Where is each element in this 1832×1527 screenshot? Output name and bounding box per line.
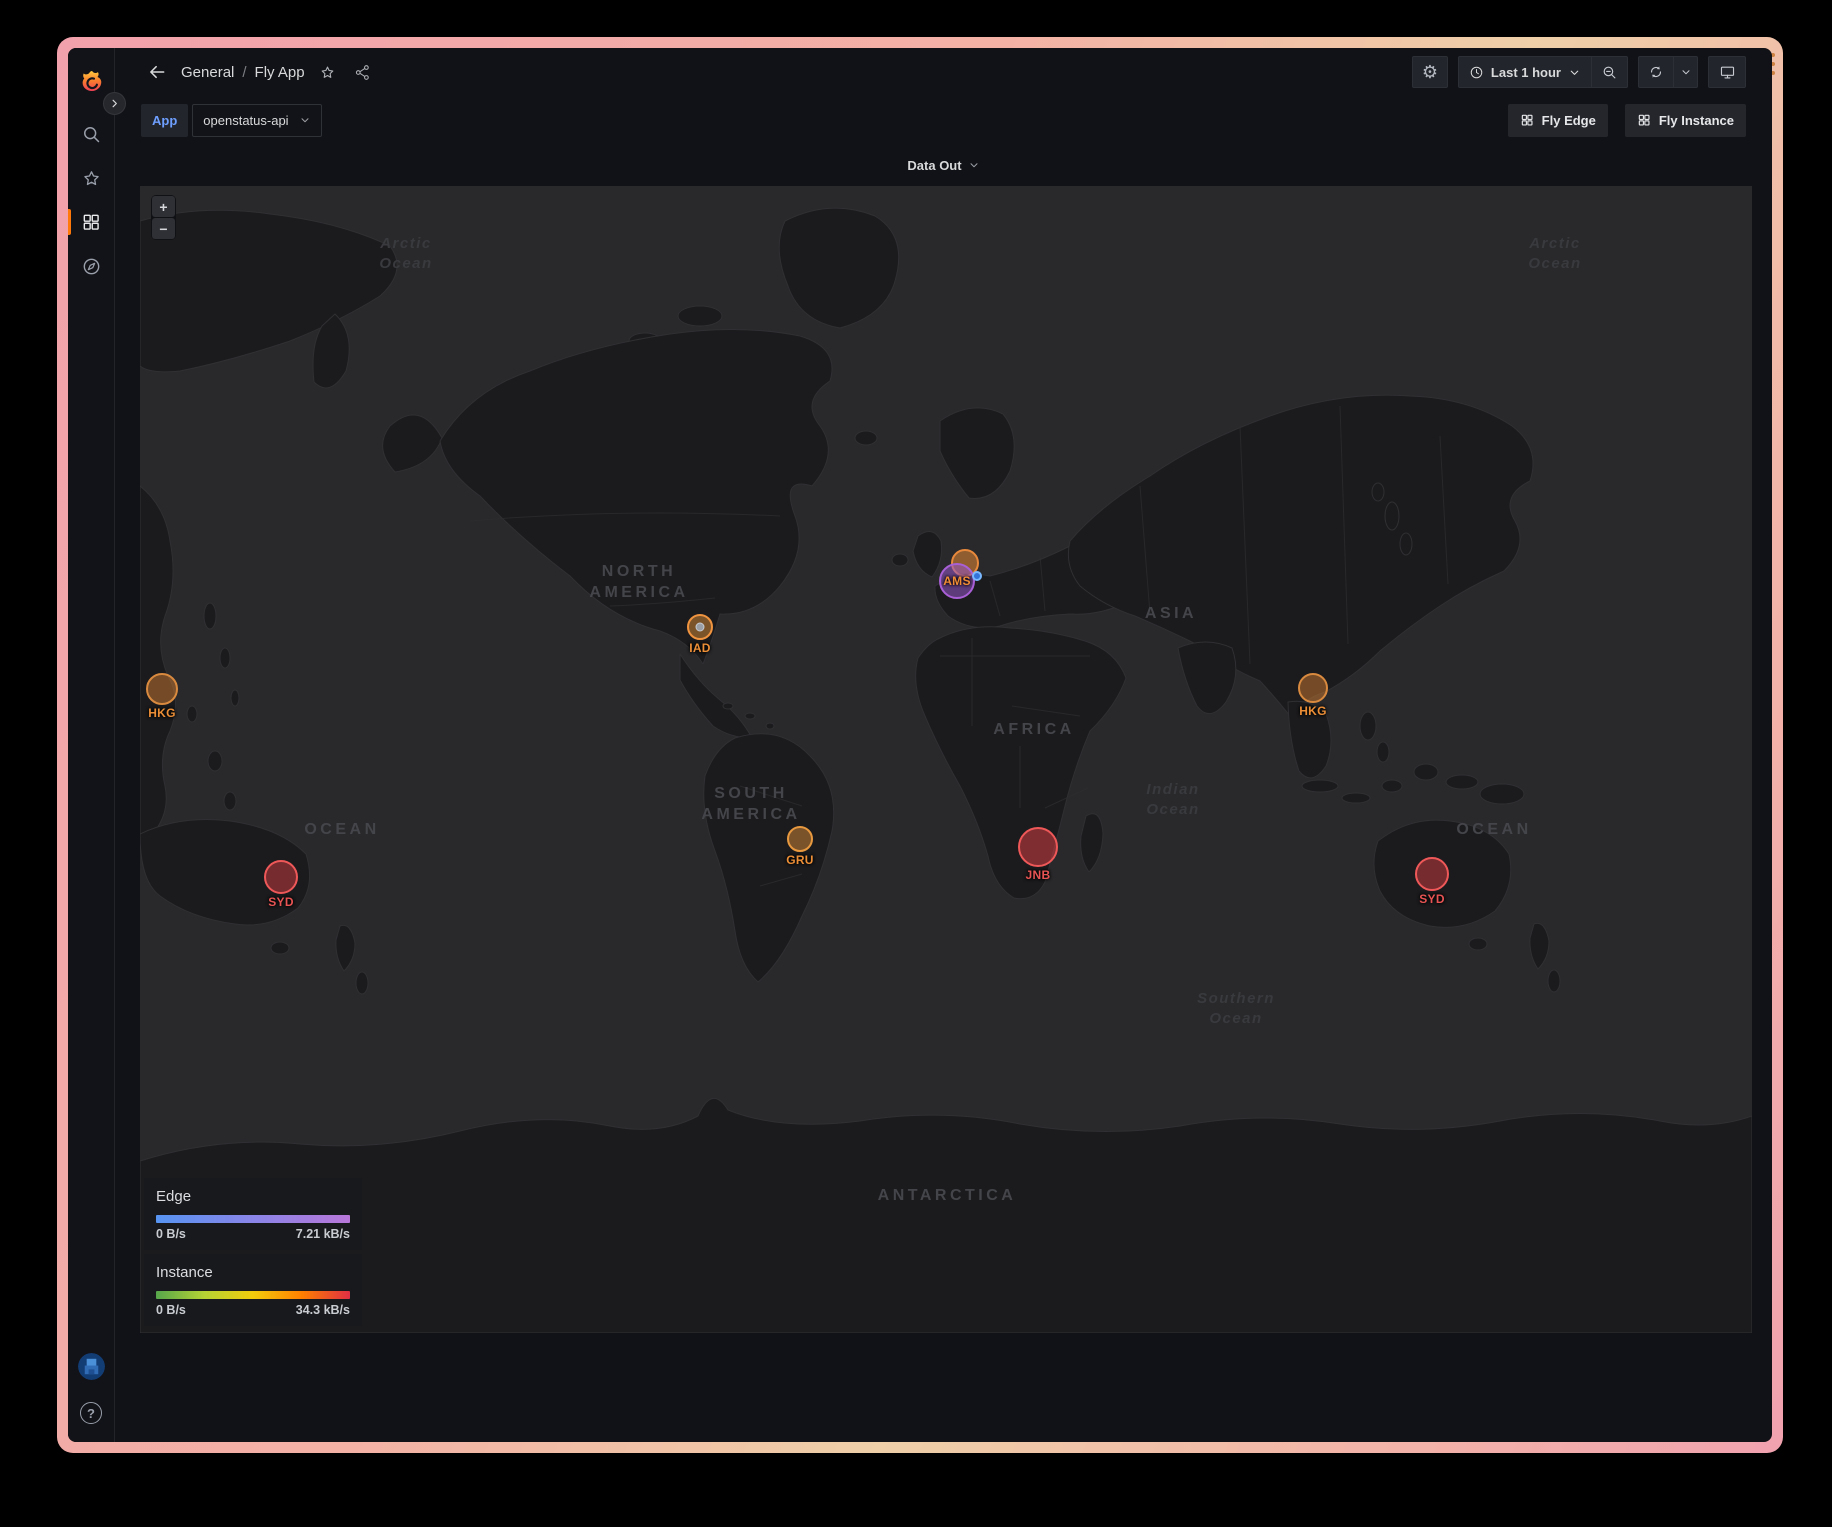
legend-title: Edge	[156, 1188, 350, 1205]
star-icon	[81, 168, 102, 189]
refresh-interval-dropdown[interactable]	[1674, 56, 1698, 88]
map-marker-label: IAD	[689, 641, 711, 655]
main-area: General / Fly App	[115, 48, 1772, 1442]
dashboard-link-label: Fly Instance	[1659, 113, 1734, 128]
map-zoom-in-button[interactable]: +	[152, 196, 175, 217]
sidebar-item-search[interactable]	[68, 112, 115, 156]
apps-grid-icon	[1520, 113, 1534, 127]
dashboard-settings-button[interactable]: ⚙	[1412, 56, 1448, 88]
refresh-icon	[1648, 64, 1664, 80]
grafana-flame-icon	[78, 69, 105, 96]
search-icon	[81, 124, 102, 145]
map-marker-hkg[interactable]	[1298, 673, 1328, 703]
window-frame: ? General / Fly App	[57, 37, 1783, 1453]
magnifier-minus-icon	[1601, 64, 1618, 81]
map-marker-label: SYD	[268, 895, 294, 909]
apps-grid-icon	[1637, 113, 1651, 127]
chevron-down-icon	[1568, 66, 1581, 79]
chevron-down-icon	[299, 114, 311, 126]
map-marker-label: AMS	[943, 574, 971, 588]
panel-title: Data Out	[907, 158, 961, 173]
map-marker-label: HKG	[1299, 704, 1327, 718]
world-map[interactable]: ArcticOceanArcticOceanNORTHAMERICAASIAAF…	[140, 186, 1752, 1333]
map-marker-syd[interactable]	[1415, 857, 1449, 891]
legend-gradient-bar	[156, 1215, 350, 1223]
grafana-window: ? General / Fly App	[68, 48, 1772, 1442]
map-marker[interactable]	[972, 571, 982, 581]
map-marker-label: JNB	[1026, 868, 1051, 882]
sidebar-item-starred[interactable]	[68, 156, 115, 200]
map-marker-label: SYD	[1419, 892, 1445, 906]
help-button[interactable]: ?	[80, 1402, 102, 1424]
map-marker-label: HKG	[148, 706, 176, 720]
refresh-button[interactable]	[1638, 56, 1674, 88]
legend-gradient-bar	[156, 1291, 350, 1299]
sidebar-item-explore[interactable]	[68, 244, 115, 288]
breadcrumb-folder[interactable]: General	[181, 64, 234, 81]
sidebar-item-dashboards[interactable]	[68, 200, 115, 244]
map-markers-layer: HKG IAD AMS GRU JNB SYD SYD HKG	[140, 186, 1752, 1333]
chevron-right-icon	[109, 98, 120, 109]
map-marker-label: GRU	[786, 853, 814, 867]
monitor-icon	[1719, 64, 1736, 81]
avatar-image	[78, 1353, 105, 1380]
legend-max: 7.21 kB/s	[296, 1227, 350, 1241]
arrow-left-icon	[147, 62, 167, 82]
legend-edge: Edge 0 B/s 7.21 kB/s	[144, 1178, 362, 1250]
kiosk-mode-button[interactable]	[1708, 56, 1746, 88]
user-avatar[interactable]	[78, 1353, 105, 1380]
breadcrumb-dashboard-title[interactable]: Fly App	[255, 64, 305, 81]
dashboard-link-fly-edge[interactable]: Fly Edge	[1508, 104, 1608, 137]
dashboard-link-label: Fly Edge	[1542, 113, 1596, 128]
time-controls: Last 1 hour	[1458, 56, 1628, 88]
map-marker-gru[interactable]	[787, 826, 813, 852]
gear-icon: ⚙	[1422, 63, 1438, 81]
variable-value-text: openstatus-api	[203, 113, 288, 128]
compass-icon	[81, 256, 102, 277]
dashboard-content: Data Out	[115, 144, 1772, 1442]
star-dashboard-button[interactable]	[315, 60, 340, 85]
back-button[interactable]	[143, 58, 171, 86]
sidebar-expand-button[interactable]	[103, 92, 126, 115]
variable-label[interactable]: App	[141, 104, 188, 137]
share-icon	[354, 64, 371, 81]
geomap-panel: Data Out	[115, 144, 1772, 1333]
share-dashboard-button[interactable]	[350, 60, 375, 85]
template-variable-app: App openstatus-api	[141, 104, 322, 137]
topnav-actions: ⚙ Last 1 hour	[1412, 56, 1746, 88]
panel-header[interactable]: Data Out	[115, 144, 1772, 186]
breadcrumb-separator: /	[242, 64, 246, 81]
chevron-down-icon	[1680, 66, 1692, 78]
refresh-controls	[1638, 56, 1698, 88]
zoom-out-time-button[interactable]	[1592, 56, 1628, 88]
breadcrumb: General / Fly App	[181, 64, 305, 81]
map-marker-hkg[interactable]	[146, 673, 178, 705]
instance-dot	[696, 623, 705, 632]
star-icon	[319, 64, 336, 81]
dashboard-links: Fly Edge Fly Instance	[1508, 104, 1746, 137]
legend-title: Instance	[156, 1264, 350, 1281]
time-range-label: Last 1 hour	[1491, 65, 1561, 80]
clock-icon	[1469, 65, 1484, 80]
map-marker-iad[interactable]	[687, 614, 713, 640]
sidebar: ?	[68, 48, 115, 1442]
map-marker-syd[interactable]	[264, 860, 298, 894]
legend-instance: Instance 0 B/s 34.3 kB/s	[144, 1254, 362, 1326]
apps-grid-icon	[81, 212, 101, 232]
map-marker-jnb[interactable]	[1018, 827, 1058, 867]
dashboard-subnav: App openstatus-api Fly Edge Fly Instance	[115, 96, 1772, 144]
dashboard-link-fly-instance[interactable]: Fly Instance	[1625, 104, 1746, 137]
map-zoom-out-button[interactable]: −	[152, 218, 175, 239]
map-legend: Edge 0 B/s 7.21 kB/s Instance	[144, 1178, 362, 1326]
legend-max: 34.3 kB/s	[296, 1303, 350, 1317]
variable-value-dropdown[interactable]: openstatus-api	[192, 104, 321, 137]
top-navigation: General / Fly App	[115, 48, 1772, 96]
time-range-picker[interactable]: Last 1 hour	[1458, 56, 1592, 88]
map-zoom-controls: + −	[151, 195, 176, 240]
screenshot-canvas: { "header": { "breadcrumb": { "folder": …	[0, 0, 1832, 1527]
chevron-down-icon	[968, 159, 980, 171]
legend-min: 0 B/s	[156, 1303, 186, 1317]
legend-min: 0 B/s	[156, 1227, 186, 1241]
help-glyph: ?	[87, 1406, 95, 1421]
